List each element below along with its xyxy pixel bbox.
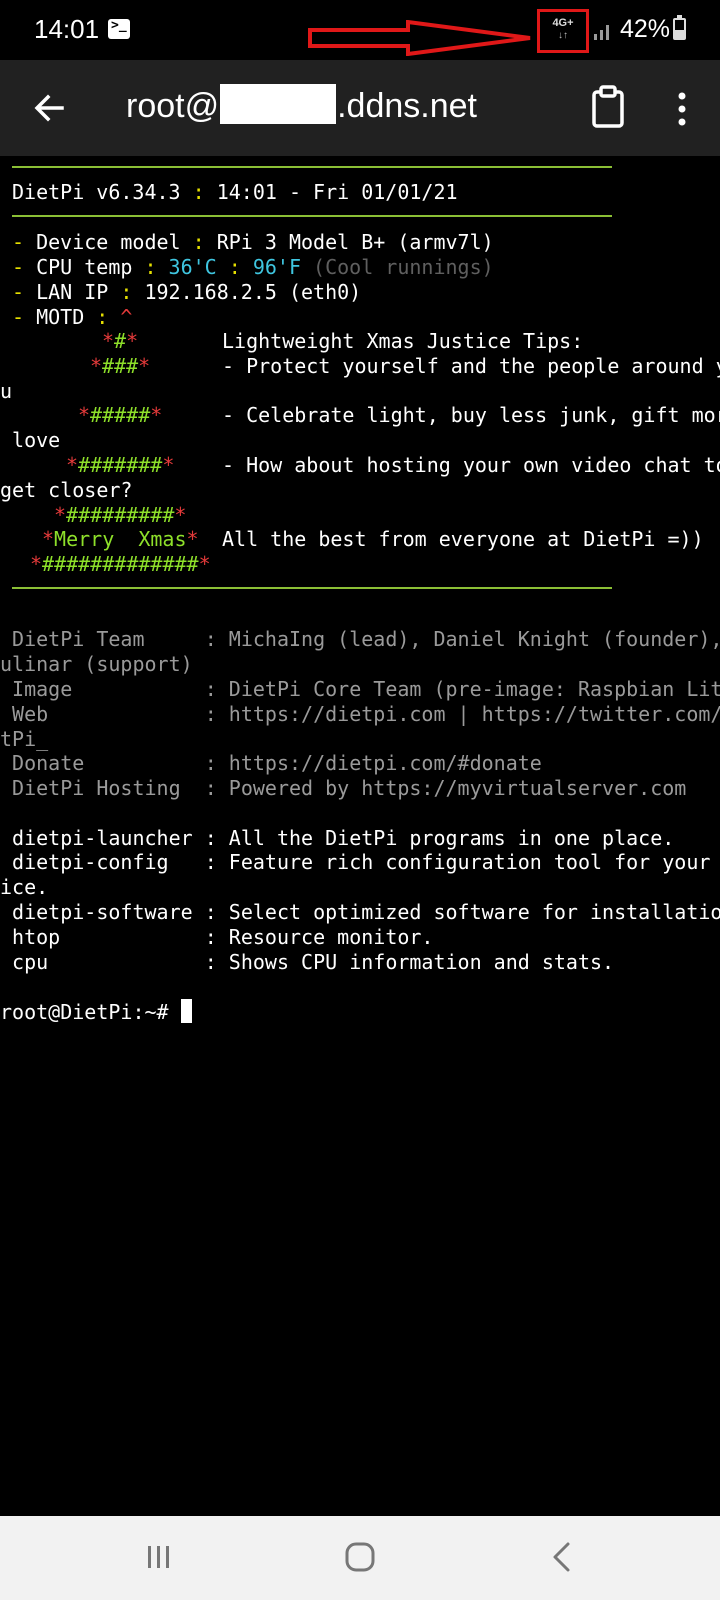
credit-line: Web : https://dietpi.com | https://twitt… (0, 702, 720, 726)
tree-row: *#####* (78, 403, 163, 427)
redacted-hostname (220, 84, 337, 124)
terminal-output[interactable]: DietPi v6.34.3 : 14:01 - Fri 01/01/21 - … (0, 156, 720, 1516)
tree-row: *#########* (54, 503, 187, 527)
credit-line: DietPi Team : MichaIng (lead), Daniel Kn… (0, 627, 720, 651)
network-activity-icon: ↓↑ (558, 30, 568, 41)
credit-line: ulinar (support) (0, 652, 193, 676)
home-icon[interactable] (343, 1540, 377, 1574)
separator-line (12, 587, 612, 589)
motd-tip: love (0, 428, 61, 452)
more-vert-icon[interactable] (662, 88, 702, 132)
credit-line: Image : DietPi Core Team (pre-image: Ras… (0, 677, 720, 701)
command-line: cpu : Shows CPU information and stats. (0, 950, 615, 974)
credit-line: DietPi Hosting : Powered by https://myvi… (0, 776, 687, 800)
motd-tip: u (0, 379, 13, 403)
signal-strength-icon (594, 25, 609, 40)
text-cursor (180, 999, 192, 1023)
tree-row: *#######* (66, 453, 175, 477)
info-motd: - MOTD : ^ (12, 305, 133, 329)
network-type-label: 4G+ (552, 17, 574, 29)
separator-line (12, 166, 612, 168)
connection-title: root@ .ddns.net (126, 84, 477, 126)
command-line: htop : Resource monitor. (0, 925, 434, 949)
back-arrow-icon[interactable] (28, 86, 72, 130)
info-device-model: - Device model : RPi 3 Model B+ (armv7l) (12, 230, 494, 254)
command-line: dietpi-config : Feature rich configurati… (0, 850, 720, 874)
annotation-highlight-box: 4G+ ↓↑ (537, 9, 589, 53)
motd-tip: Lightweight Xmas Justice Tips: (222, 329, 584, 353)
motd-tip: - Celebrate light, buy less junk, gift m… (222, 403, 720, 427)
command-line: ice. (0, 875, 49, 899)
command-line: dietpi-software : Select optimized softw… (0, 900, 720, 924)
motd-tip: - Protect yourself and the people around… (222, 354, 720, 378)
status-bar: 14:01 >_ 4G+ ↓↑ 42% (0, 0, 720, 60)
recents-icon[interactable] (144, 1542, 174, 1572)
back-icon[interactable] (548, 1540, 574, 1574)
info-lan-ip: - LAN IP : 192.168.2.5 (eth0) (12, 280, 362, 304)
tree-row: *###* (90, 354, 151, 378)
clipboard-icon[interactable] (588, 84, 628, 132)
info-cpu-temp: - CPU temp : 36'C : 96'F (Cool runnings) (12, 255, 494, 279)
tree-row: *#############* (30, 552, 211, 576)
terminal-notification-glyph: >_ (111, 18, 127, 33)
battery-icon (673, 15, 686, 40)
motd-tip: get closer? (0, 478, 133, 502)
app-toolbar: root@ .ddns.net (0, 60, 720, 156)
credit-line: Donate : https://dietpi.com/#donate (0, 751, 542, 775)
motd-tip: All the best from everyone at DietPi =)) (222, 527, 704, 551)
tree-row: *Merry Xmas* (42, 527, 199, 551)
title-user: root@ (126, 87, 220, 125)
shell-prompt[interactable]: root@DietPi:~# (0, 999, 192, 1025)
credit-line: tPi_ (0, 727, 49, 751)
title-domain: .ddns.net (337, 87, 477, 125)
system-nav-bar (0, 1516, 720, 1600)
motd-tip: - How about hosting your own video chat … (222, 453, 720, 477)
battery-percent: 42% (620, 15, 671, 43)
header-line: DietPi v6.34.3 : 14:01 - Fri 01/01/21 (12, 180, 458, 204)
separator-line (12, 215, 612, 217)
red-annotation-arrow (308, 20, 531, 56)
status-time: 14:01 (34, 14, 100, 44)
tree-row: *#* (102, 329, 139, 353)
command-line: dietpi-launcher : All the DietPi program… (0, 826, 675, 850)
